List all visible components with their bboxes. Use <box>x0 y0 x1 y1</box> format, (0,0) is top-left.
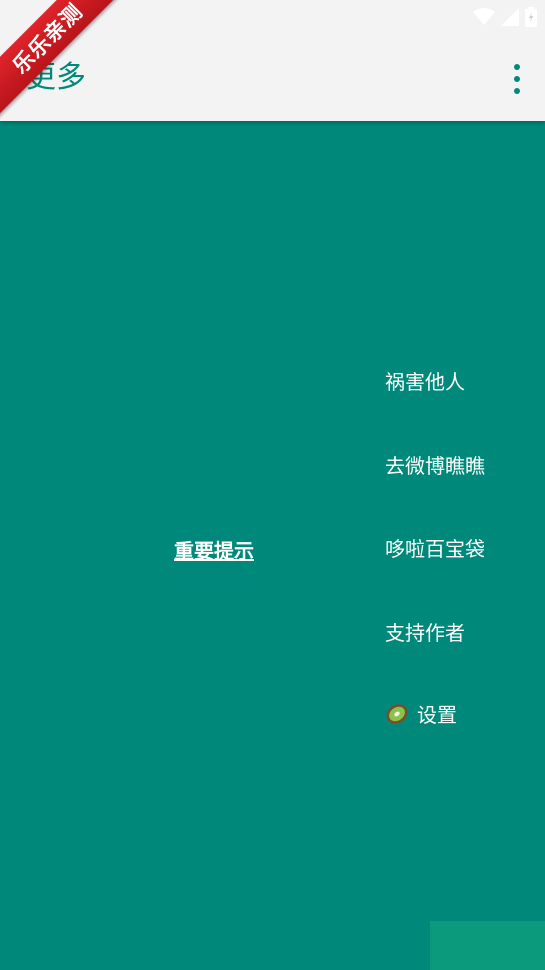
overflow-menu-icon[interactable] <box>511 64 523 94</box>
menu-item-label: 祸害他人 <box>385 370 465 394</box>
main-content: 重要提示 祸害他人 去微博瞧瞧 哆啦百宝袋 支持作者 设置 <box>0 121 545 970</box>
wifi-icon <box>473 8 495 25</box>
menu-item-label: 哆啦百宝袋 <box>385 537 485 561</box>
menu-item-settings[interactable]: 设置 <box>385 699 457 728</box>
status-bar <box>473 6 537 28</box>
battery-icon <box>525 7 537 27</box>
menu-item-harm-others[interactable]: 祸害他人 <box>385 366 465 395</box>
menu-item-doraemon-pocket[interactable]: 哆啦百宝袋 <box>385 533 485 562</box>
overflow-dot <box>514 64 520 70</box>
menu-item-weibo[interactable]: 去微博瞧瞧 <box>385 450 485 479</box>
menu-item-label: 支持作者 <box>385 621 465 645</box>
overflow-dot <box>514 88 520 94</box>
menu-item-label: 设置 <box>417 703 457 727</box>
menu-item-label: 去微博瞧瞧 <box>385 454 485 478</box>
important-notice-link[interactable]: 重要提示 <box>174 535 254 564</box>
menu-item-support-author[interactable]: 支持作者 <box>385 617 465 646</box>
corner-overlay <box>430 921 545 970</box>
kiwi-icon <box>386 703 408 724</box>
overflow-dot <box>514 76 520 82</box>
cellular-signal-icon <box>501 8 519 26</box>
